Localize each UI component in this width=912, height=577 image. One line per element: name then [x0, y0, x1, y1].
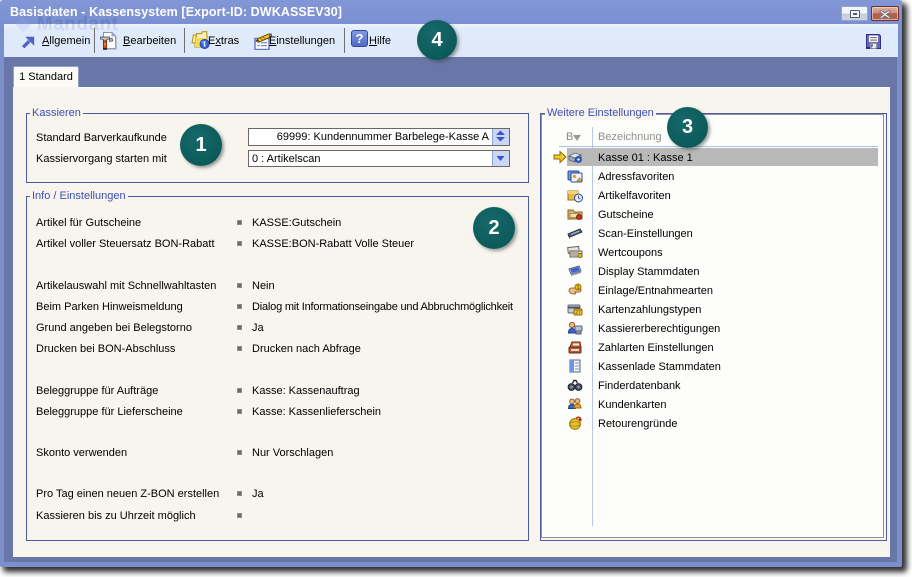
svg-text:$: $: [577, 285, 580, 291]
svg-text:27: 27: [575, 310, 581, 316]
